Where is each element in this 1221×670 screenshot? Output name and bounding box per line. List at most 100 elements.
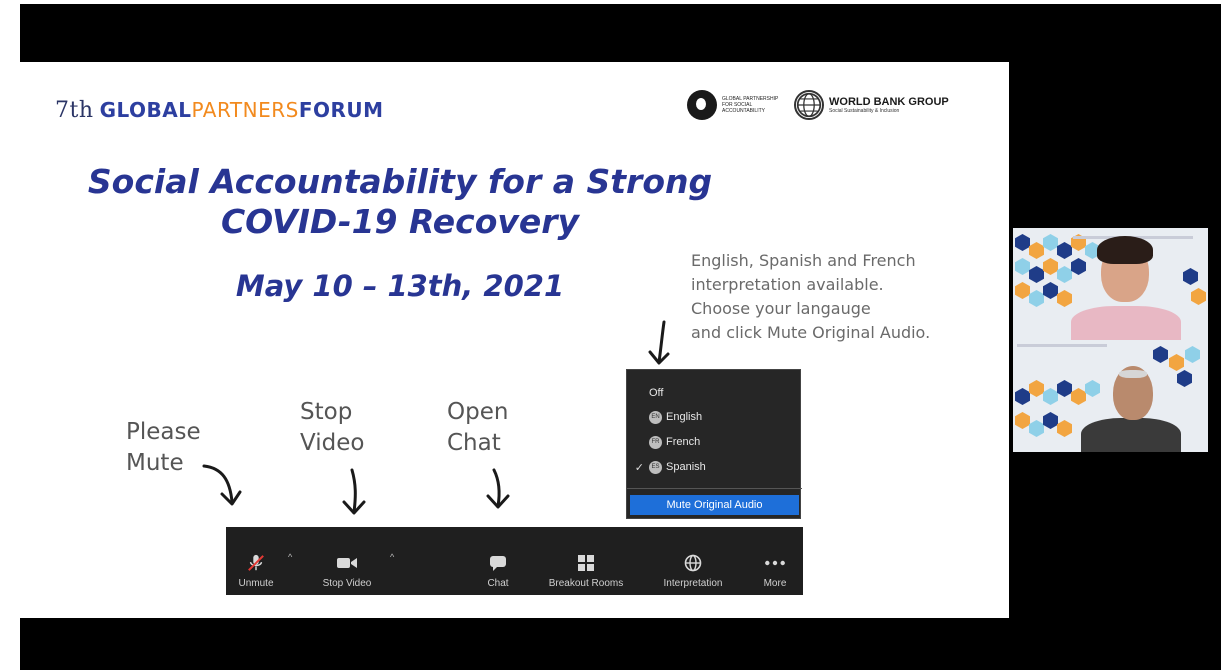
globe-icon	[684, 554, 702, 572]
muted-microphone-icon	[248, 554, 264, 571]
background-hexagon	[1029, 266, 1044, 283]
hint-open-chat: Open Chat	[447, 397, 508, 459]
stop-video-button[interactable]: Stop Video	[314, 527, 380, 595]
background-hexagon	[1029, 242, 1044, 259]
option-spanish-label: Spanish	[666, 461, 706, 473]
background-hexagon	[1057, 242, 1072, 259]
participant-body	[1081, 418, 1181, 452]
background-hexagon	[1015, 412, 1030, 429]
hint-video-line-2: Video	[300, 430, 365, 456]
forum-logo-forum: FORUM	[298, 98, 384, 122]
chat-button[interactable]: Chat	[478, 527, 518, 595]
slide-title-line-1: Social Accountability for a Strong	[87, 162, 713, 201]
chat-label: Chat	[487, 578, 509, 589]
video-arrow-icon	[342, 468, 366, 515]
breakout-rooms-button[interactable]: Breakout Rooms	[536, 527, 636, 595]
menu-divider	[627, 488, 802, 489]
interpretation-menu: Off EN English FR French ✓ ES Spanish Mu…	[626, 369, 802, 519]
option-french-label: French	[666, 436, 701, 448]
participant-hair	[1119, 370, 1147, 378]
background-hexagon	[1185, 346, 1200, 363]
participant-video-tile-1[interactable]	[1013, 228, 1208, 340]
hint-video-line-1: Stop	[300, 399, 353, 425]
background-hexagon	[1015, 388, 1030, 405]
interpretation-note: English, Spanish and French interpretati…	[691, 249, 991, 345]
background-hexagon	[1177, 370, 1192, 387]
background-hexagon	[1153, 346, 1168, 363]
more-button[interactable]: More	[753, 527, 797, 595]
interpretation-button[interactable]: Interpretation	[648, 527, 738, 595]
participant-body	[1071, 306, 1181, 340]
event-date: May 10 – 13th, 2021	[235, 269, 565, 303]
hint-chat-line-1: Open	[447, 399, 509, 425]
world-bank-logo: WORLD BANK GROUP Social Sustainability &…	[794, 90, 949, 120]
language-badge-icon: EN	[649, 410, 662, 424]
background-hexagon	[1071, 388, 1086, 405]
interpretation-option-french[interactable]: FR French	[627, 431, 802, 453]
note-line-4: and click Mute Original Audio.	[691, 323, 931, 342]
checkmark-icon: ✓	[634, 461, 644, 474]
mute-arrow-icon	[202, 464, 242, 506]
background-hexagon	[1029, 380, 1044, 397]
hint-mute-line-2: Mute	[126, 450, 184, 476]
unmute-label: Unmute	[238, 578, 274, 589]
shared-slide: 7th GLOBALPARTNERSFORUM Global Partnersh…	[20, 62, 1009, 618]
option-english-label: English	[666, 411, 703, 423]
background-hexagon	[1057, 290, 1072, 307]
background-hexagon	[1015, 282, 1030, 299]
participant-video-tile-2[interactable]	[1013, 340, 1208, 452]
background-hexagon	[1057, 266, 1072, 283]
background-hexagon	[1029, 420, 1044, 437]
background-hexagon	[1029, 290, 1044, 307]
background-hexagon	[1071, 258, 1086, 275]
gpsa-logo-icon	[687, 90, 717, 120]
hint-stop-video: Stop Video	[300, 397, 364, 459]
language-badge-icon: ES	[649, 460, 662, 474]
background-hexagon	[1183, 268, 1198, 285]
hint-please-mute: Please Mute	[126, 417, 201, 479]
language-badge-icon: FR	[649, 435, 662, 449]
background-hexagon	[1191, 288, 1206, 305]
interpretation-option-english[interactable]: EN English	[627, 406, 802, 428]
chat-arrow-icon	[486, 468, 510, 509]
hint-chat-line-2: Chat	[447, 430, 501, 456]
note-line-2: interpretation available.	[691, 275, 884, 294]
interpretation-option-off[interactable]: Off	[627, 382, 802, 404]
interpretation-option-spanish[interactable]: ✓ ES Spanish	[627, 456, 802, 478]
background-hexagon	[1043, 412, 1058, 429]
background-hexagon	[1043, 258, 1058, 275]
gpsa-logo: Global Partnership for Social Accountabi…	[687, 90, 784, 120]
background-hexagon	[1043, 234, 1058, 251]
video-options-chevron-icon[interactable]: ^	[390, 552, 394, 562]
tile-background-banner	[1017, 344, 1107, 347]
background-hexagon	[1043, 282, 1058, 299]
forum-logo-global: GLOBAL	[99, 98, 192, 122]
world-bank-name: WORLD BANK GROUP	[829, 96, 949, 108]
breakout-rooms-grid-icon	[578, 555, 594, 571]
forum-logo-partners: PARTNERS	[191, 98, 299, 122]
forum-logo: 7th GLOBALPARTNERSFORUM	[55, 98, 384, 123]
background-hexagon	[1085, 380, 1100, 397]
background-hexagon	[1169, 354, 1184, 371]
audio-options-chevron-icon[interactable]: ^	[288, 552, 292, 562]
background-hexagon	[1057, 380, 1072, 397]
forum-logo-number: 7th	[55, 98, 94, 123]
background-hexagon	[1043, 388, 1058, 405]
partner-logos: Global Partnership for Social Accountabi…	[687, 90, 949, 120]
slide-title-line-2: COVID-19 Recovery	[220, 202, 580, 241]
video-camera-icon	[337, 558, 357, 568]
note-line-1: English, Spanish and French	[691, 251, 916, 270]
option-off-label: Off	[649, 387, 664, 399]
background-hexagon	[1015, 234, 1030, 251]
world-bank-subtitle: Social Sustainability & Inclusion	[829, 108, 900, 114]
more-ellipsis-icon	[765, 560, 785, 566]
participant-hair	[1097, 236, 1153, 264]
meeting-toolbar: Unmute ^ Stop Video ^ Chat Breakout Room…	[226, 527, 803, 595]
breakout-rooms-label: Breakout Rooms	[548, 578, 624, 589]
gpsa-logo-text: Global Partnership for Social Accountabi…	[722, 96, 779, 114]
mute-original-audio-button[interactable]: Mute Original Audio	[630, 495, 799, 515]
more-label: More	[763, 578, 787, 589]
unmute-button[interactable]: Unmute	[230, 527, 282, 595]
hint-mute-line-1: Please	[126, 419, 201, 445]
interpretation-label: Interpretation	[663, 578, 723, 589]
